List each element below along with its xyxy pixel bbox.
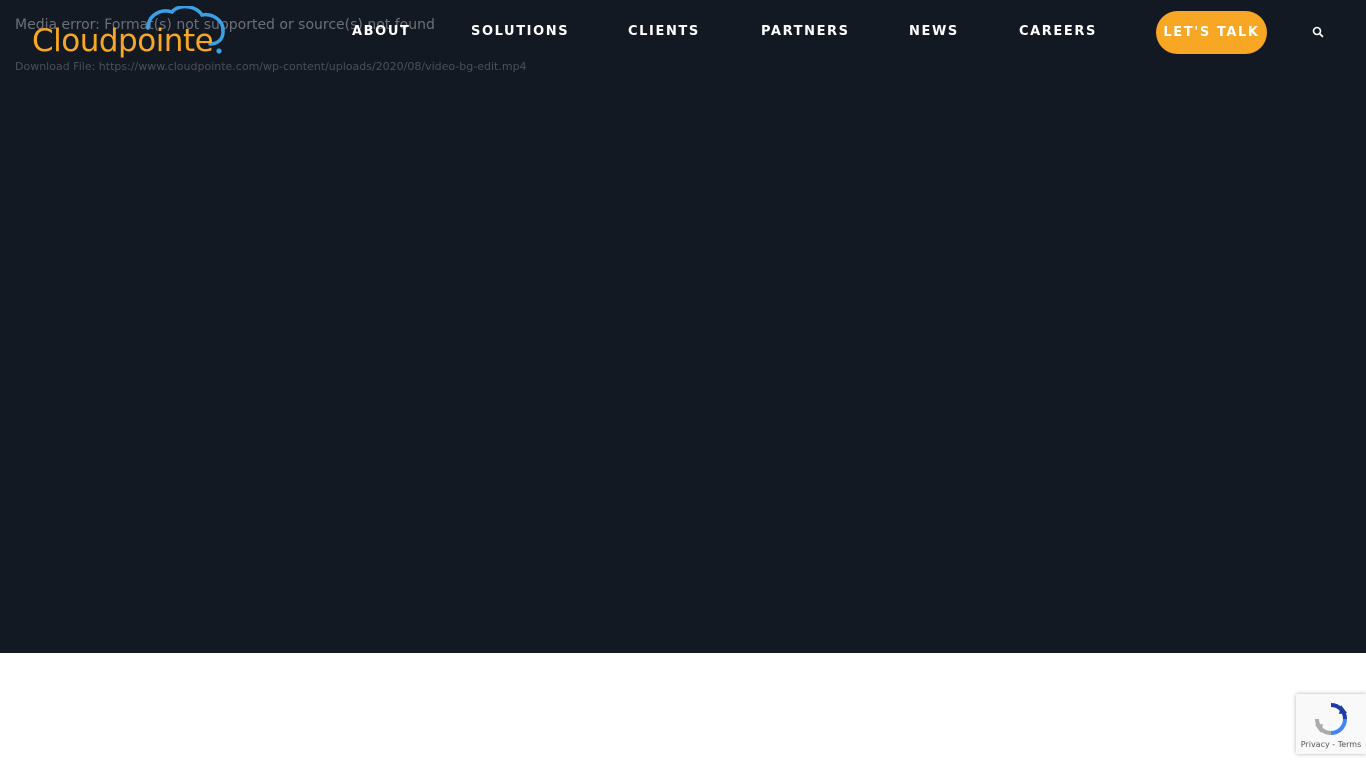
nav-item-careers[interactable]: CAREERS — [1019, 24, 1097, 39]
hero-video-section: Media error: Format(s) not supported or … — [0, 0, 1366, 653]
lets-talk-button[interactable]: LET'S TALK — [1156, 11, 1267, 54]
recaptcha-badge[interactable]: Privacy - Terms — [1296, 694, 1366, 754]
recaptcha-privacy-terms[interactable]: Privacy - Terms — [1296, 740, 1366, 749]
search-icon[interactable] — [1310, 24, 1326, 40]
nav-item-solutions[interactable]: SOLUTIONS — [471, 24, 569, 39]
nav-item-partners[interactable]: PARTNERS — [761, 24, 850, 39]
nav-item-about[interactable]: ABOUT — [352, 24, 410, 39]
main-navigation: ABOUT SOLUTIONS CLIENTS PARTNERS NEWS CA… — [0, 0, 1366, 64]
nav-item-news[interactable]: NEWS — [909, 24, 959, 39]
nav-item-clients[interactable]: CLIENTS — [628, 24, 700, 39]
recaptcha-icon — [1315, 703, 1347, 735]
